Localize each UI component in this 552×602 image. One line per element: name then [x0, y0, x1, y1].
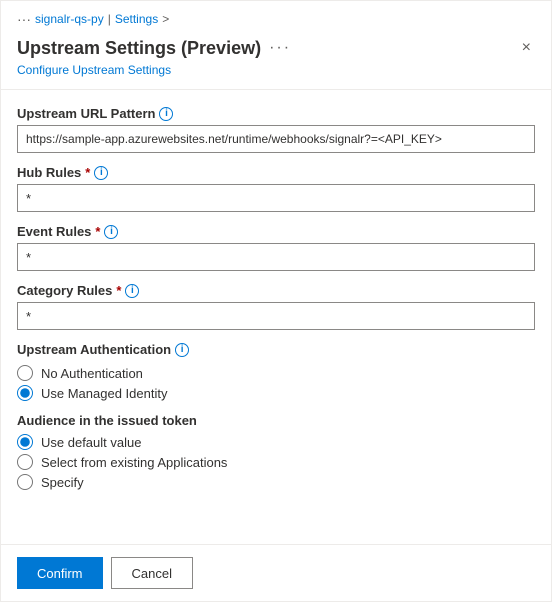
audience-section: Audience in the issued token Use default… — [17, 413, 535, 490]
managed-identity-option[interactable]: Use Managed Identity — [17, 385, 535, 401]
upstream-auth-info-icon[interactable]: i — [175, 343, 189, 357]
subtitle: Configure Upstream Settings — [1, 63, 551, 89]
category-info-icon[interactable]: i — [125, 284, 139, 298]
auth-radio-group: No Authentication Use Managed Identity — [17, 365, 535, 401]
specify-label: Specify — [41, 475, 84, 490]
event-required: * — [95, 224, 100, 239]
hub-required: * — [85, 165, 90, 180]
specify-option[interactable]: Specify — [17, 474, 535, 490]
hub-label: Hub Rules * i — [17, 165, 535, 180]
no-auth-radio[interactable] — [17, 365, 33, 381]
existing-apps-radio[interactable] — [17, 454, 33, 470]
category-input[interactable] — [17, 302, 535, 330]
close-button[interactable]: × — [518, 35, 535, 61]
upstream-auth-group: Upstream Authentication i No Authenticat… — [17, 342, 535, 401]
existing-apps-option[interactable]: Select from existing Applications — [17, 454, 535, 470]
event-input[interactable] — [17, 243, 535, 271]
default-value-radio[interactable] — [17, 434, 33, 450]
confirm-button[interactable]: Confirm — [17, 557, 103, 589]
form-content: Upstream URL Pattern i Hub Rules * i Eve… — [1, 98, 551, 544]
header-more-icon[interactable]: ··· — [269, 39, 291, 57]
default-value-option[interactable]: Use default value — [17, 434, 535, 450]
category-rules-group: Category Rules * i — [17, 283, 535, 330]
url-label: Upstream URL Pattern i — [17, 106, 535, 121]
hub-rules-group: Hub Rules * i — [17, 165, 535, 212]
header-left: Upstream Settings (Preview) ··· — [17, 38, 291, 59]
panel-header: Upstream Settings (Preview) ··· × — [1, 31, 551, 63]
upstream-auth-label: Upstream Authentication i — [17, 342, 535, 357]
breadcrumb-sep2: > — [162, 12, 169, 26]
category-required: * — [116, 283, 121, 298]
url-input[interactable] — [17, 125, 535, 153]
footer: Confirm Cancel — [1, 544, 551, 601]
page-title: Upstream Settings (Preview) — [17, 38, 261, 59]
managed-identity-radio[interactable] — [17, 385, 33, 401]
managed-identity-label: Use Managed Identity — [41, 386, 167, 401]
upstream-settings-panel: ··· signalr-qs-py | Settings > Upstream … — [0, 0, 552, 602]
event-info-icon[interactable]: i — [104, 225, 118, 239]
url-pattern-group: Upstream URL Pattern i — [17, 106, 535, 153]
url-info-icon[interactable]: i — [159, 107, 173, 121]
breadcrumb: ··· signalr-qs-py | Settings > — [1, 1, 551, 31]
category-label: Category Rules * i — [17, 283, 535, 298]
header-divider — [1, 89, 551, 90]
audience-radio-group: Use default value Select from existing A… — [17, 434, 535, 490]
event-label: Event Rules * i — [17, 224, 535, 239]
hub-input[interactable] — [17, 184, 535, 212]
event-rules-group: Event Rules * i — [17, 224, 535, 271]
existing-apps-label: Select from existing Applications — [41, 455, 227, 470]
no-auth-option[interactable]: No Authentication — [17, 365, 535, 381]
specify-radio[interactable] — [17, 474, 33, 490]
hub-info-icon[interactable]: i — [94, 166, 108, 180]
no-auth-label: No Authentication — [41, 366, 143, 381]
default-value-label: Use default value — [41, 435, 141, 450]
breadcrumb-settings[interactable]: Settings — [115, 12, 158, 26]
breadcrumb-signalr[interactable]: signalr-qs-py — [35, 12, 104, 26]
breadcrumb-sep1: | — [108, 12, 111, 26]
breadcrumb-dots[interactable]: ··· — [17, 11, 31, 27]
audience-label: Audience in the issued token — [17, 413, 535, 428]
cancel-button[interactable]: Cancel — [111, 557, 193, 589]
